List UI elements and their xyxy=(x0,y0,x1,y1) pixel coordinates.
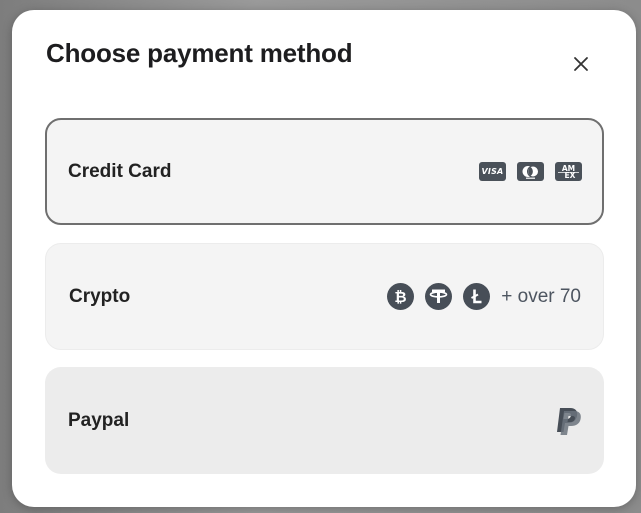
option-credit-card[interactable]: Credit Card VISA AM EX xyxy=(45,118,604,225)
card-brand-icons: VISA AM EX xyxy=(468,162,582,181)
option-label: Crypto xyxy=(69,285,131,307)
option-paypal[interactable]: Paypal xyxy=(45,367,604,474)
more-currencies-text: + over 70 xyxy=(501,285,581,307)
litecoin-icon xyxy=(463,283,491,310)
option-label: Credit Card xyxy=(68,160,172,182)
option-label: Paypal xyxy=(68,409,130,431)
svg-text:₿: ₿ xyxy=(395,288,407,306)
option-crypto[interactable]: Crypto ₿ + over 70 xyxy=(45,243,604,350)
crypto-icons: ₿ + over 70 xyxy=(387,283,581,310)
close-icon xyxy=(574,57,588,71)
mastercard-icon xyxy=(517,162,544,181)
amex-icon: AM EX xyxy=(555,162,582,181)
paypal-icons xyxy=(554,406,582,436)
close-button[interactable] xyxy=(567,50,595,78)
paypal-icon xyxy=(557,407,581,435)
payment-method-dialog: Choose payment method Credit Card VISA A… xyxy=(12,10,636,507)
visa-icon: VISA xyxy=(479,162,506,181)
tether-icon xyxy=(425,283,453,310)
dialog-title: Choose payment method xyxy=(46,38,353,68)
bitcoin-icon: ₿ xyxy=(387,283,415,310)
